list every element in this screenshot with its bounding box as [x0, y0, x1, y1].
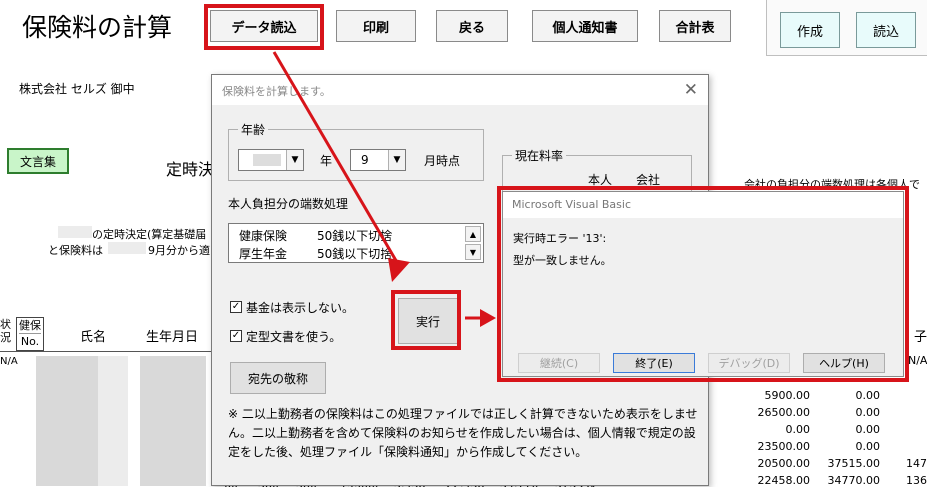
arrow-head-1 — [388, 258, 410, 282]
arrow-head-2 — [480, 309, 496, 327]
arrow-line-1 — [272, 51, 400, 265]
annotation-arrows — [272, 51, 496, 327]
